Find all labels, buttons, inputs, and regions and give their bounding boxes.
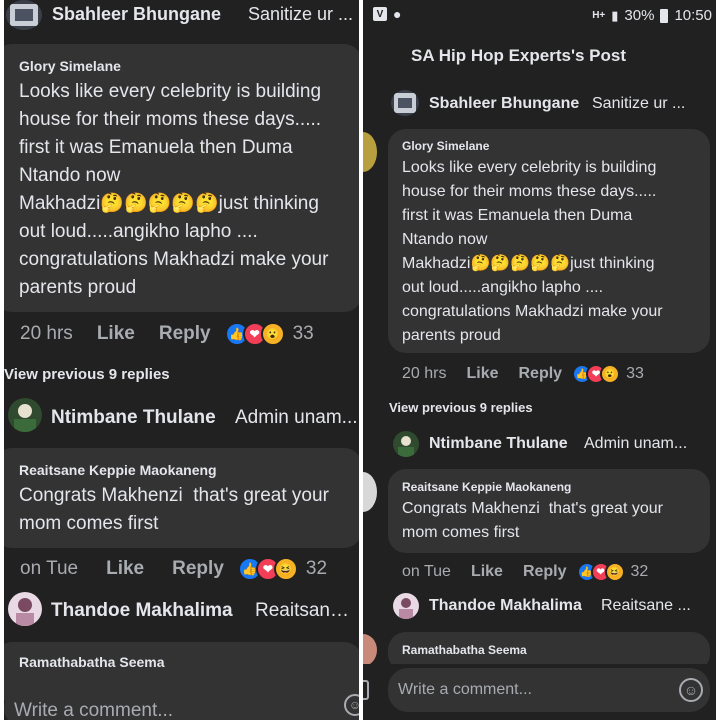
status-bar: V ● H+ ▮ 30% 10:50	[363, 0, 716, 30]
comment-actions: 20 hrs Like Reply 👍 ❤ 😮 33	[402, 364, 644, 384]
avatar[interactable]	[363, 634, 377, 666]
page-title: SA Hip Hop Experts's Post	[411, 46, 627, 65]
comment-author[interactable]: Glory Simelane	[19, 58, 121, 74]
comment-snippet[interactable]: Sanitize ur ...	[592, 95, 710, 113]
comment-snippet[interactable]: Reaitsane ...	[601, 597, 710, 615]
comment-author[interactable]: Reaitsane Keppie Maokaneng	[19, 462, 217, 478]
like-button[interactable]: Like	[106, 558, 144, 580]
battery-percent: 30%	[624, 7, 655, 24]
reaction-count: 32	[630, 563, 649, 580]
comment-actions: on Tue Like Reply 👍 ❤ 😆 32	[402, 562, 648, 582]
comment-input[interactable]: Write a comment...	[4, 688, 359, 720]
reactions-summary[interactable]: 👍 ❤ 😮	[224, 322, 285, 346]
screenshot-collage: Sbahleer Bhungane Sanitize ur ... Glory …	[0, 0, 720, 720]
avatar[interactable]	[8, 592, 42, 626]
comment-time: on Tue	[402, 563, 451, 580]
reaction-count: 33	[292, 323, 314, 344]
comment-text: Congrats Makhenzi that's great your mom …	[19, 485, 329, 534]
comment-input[interactable]: Write a comment...	[388, 668, 710, 712]
smiley-icon[interactable]: ☺	[344, 694, 359, 716]
wow-reaction-icon: 😆	[273, 557, 298, 581]
notification-icons: V ●	[373, 6, 401, 22]
view-previous-replies-link[interactable]: View previous 9 replies	[389, 400, 533, 415]
comment-author[interactable]: Glory Simelane	[402, 139, 489, 153]
like-button[interactable]: Like	[471, 563, 503, 581]
reactions-summary[interactable]: 👍 ❤ 😮	[572, 364, 621, 384]
avatar[interactable]	[8, 398, 42, 432]
comment-snippet[interactable]: Admin unam...	[235, 407, 359, 429]
avatar[interactable]	[393, 431, 419, 457]
avatar[interactable]	[393, 593, 419, 619]
avatar[interactable]	[363, 472, 377, 512]
wow-reaction-icon: 😆	[604, 562, 625, 582]
comment-author[interactable]: Sbahleer Bhungane	[52, 4, 221, 25]
comment-snippet[interactable]: Admin unam...	[584, 435, 710, 453]
signal-icon: ▮	[611, 7, 619, 23]
camera-icon[interactable]	[363, 680, 369, 700]
avatar[interactable]	[391, 90, 419, 116]
comment-author[interactable]: Ntimbane Thulane	[51, 407, 216, 429]
comment-author[interactable]: Thandoe Makhalima	[429, 597, 582, 615]
reply-button[interactable]: Reply	[172, 558, 224, 580]
comment-snippet[interactable]: Sanitize ur ...	[248, 4, 359, 25]
comment-time: on Tue	[20, 558, 79, 579]
smiley-icon[interactable]: ☺	[679, 678, 703, 702]
reply-button[interactable]: Reply	[523, 563, 567, 581]
like-button[interactable]: Like	[97, 323, 135, 345]
comment-text: Looks like every celebrity is building h…	[19, 81, 329, 298]
reaction-count: 33	[626, 365, 644, 382]
left-panel: Sbahleer Bhungane Sanitize ur ... Glory …	[4, 0, 359, 720]
comment-author[interactable]: Ramathabatha Seema	[402, 643, 527, 657]
comment-actions: on Tue Like Reply 👍 ❤ 😆 32	[20, 557, 327, 581]
reaction-count: 32	[305, 558, 328, 579]
wow-reaction-icon: 😮	[260, 322, 285, 346]
comment-text: Looks like every celebrity is building h…	[402, 159, 663, 344]
comment-author[interactable]: Thandoe Makhalima	[51, 600, 233, 622]
comment-bubble[interactable]: Glory Simelane Looks like every celebrit…	[388, 129, 710, 353]
comment-bubble[interactable]: Glory Simelane Looks like every celebrit…	[4, 44, 359, 312]
avatar[interactable]	[6, 0, 42, 30]
right-panel: V ● H+ ▮ 30% 10:50 SA Hip Hop Experts's …	[363, 0, 716, 720]
reply-button[interactable]: Reply	[159, 323, 211, 345]
comment-actions: 20 hrs Like Reply 👍 ❤ 😮 33	[20, 322, 314, 346]
comment-text: Congrats Makhenzi that's great your mom …	[402, 500, 663, 541]
battery-icon	[660, 8, 669, 23]
comment-time: 20 hrs	[402, 365, 447, 382]
app-notification-icon: V	[373, 7, 387, 21]
comment-time: 20 hrs	[20, 323, 73, 344]
reactions-summary[interactable]: 👍 ❤ 😆	[237, 557, 298, 581]
comment-bubble[interactable]: Reaitsane Keppie Maokaneng Congrats Makh…	[4, 448, 359, 548]
network-type-label: H+	[592, 10, 606, 21]
comment-author[interactable]: Reaitsane Keppie Maokaneng	[402, 480, 571, 494]
wow-reaction-icon: 😮	[600, 364, 621, 384]
comment-author[interactable]: Ramathabatha Seema	[19, 654, 165, 670]
comment-bubble[interactable]: Reaitsane Keppie Maokaneng Congrats Makh…	[388, 469, 710, 553]
comment-snippet[interactable]: Reaitsane ...	[255, 600, 359, 622]
view-previous-replies-link[interactable]: View previous 9 replies	[4, 366, 170, 383]
like-button[interactable]: Like	[466, 365, 498, 383]
status-indicators: H+ ▮ 30% 10:50	[592, 7, 712, 24]
reactions-summary[interactable]: 👍 ❤ 😆	[576, 562, 625, 582]
comment-author[interactable]: Sbahleer Bhungane	[429, 95, 579, 113]
avatar[interactable]	[363, 132, 377, 172]
clock: 10:50	[674, 7, 712, 24]
comment-input-placeholder: Write a comment...	[398, 681, 532, 698]
comment-author[interactable]: Ntimbane Thulane	[429, 435, 568, 453]
chat-notification-icon: ●	[393, 6, 402, 22]
comment-input-placeholder: Write a comment...	[14, 700, 174, 720]
reply-button[interactable]: Reply	[518, 365, 562, 383]
